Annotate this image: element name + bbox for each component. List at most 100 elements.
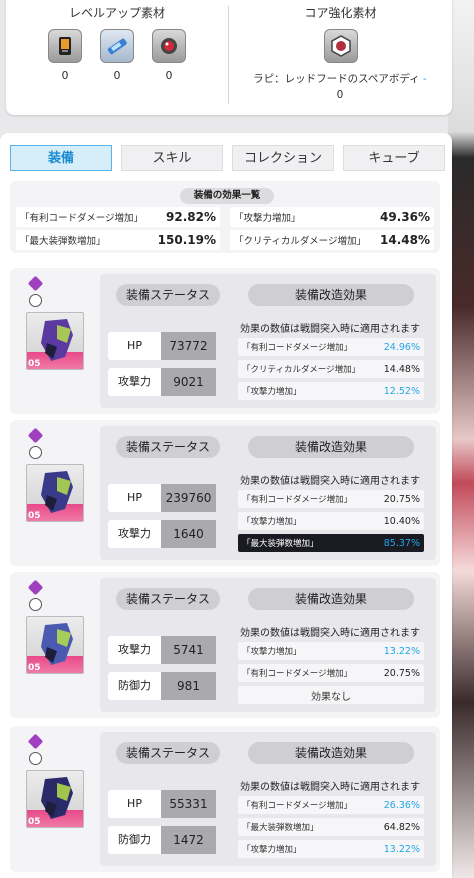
- tab-bar: 装備 スキル コレクション キューブ: [10, 145, 445, 171]
- equipment-thumbnail[interactable]: 05: [26, 312, 84, 370]
- equipment-status-label: 装備ステータス: [116, 588, 220, 610]
- mod-effect-label: 「攻撃力増加」: [242, 845, 302, 855]
- material-count: 0: [61, 69, 69, 82]
- effects-title: 装備の効果一覧: [180, 188, 274, 204]
- core-materials: コア強化素材 ラピ：レッドフードのスペアボディ - 0: [229, 4, 452, 103]
- mod-effect-label: 「有利コードダメージ増加」: [242, 343, 353, 353]
- class-badge-icon: [29, 446, 42, 459]
- mod-effect-value: 20.75%: [383, 493, 420, 505]
- equipment-level: 05: [28, 663, 41, 673]
- equipment-thumbnail[interactable]: 05: [26, 616, 84, 674]
- core-title: コア強化素材: [304, 6, 377, 20]
- mod-effect-row: 「攻撃力増加」 13.22%: [238, 840, 424, 858]
- spare-body-icon: [323, 29, 358, 63]
- mod-effect-row: 「有利コードダメージ増加」 20.75%: [238, 490, 424, 508]
- stat-row: HP 73772: [108, 332, 216, 360]
- material-count: 0: [165, 69, 173, 82]
- mod-effect-row: 「攻撃力増加」 10.40%: [238, 512, 424, 530]
- tab-equipment[interactable]: 装備: [10, 145, 112, 171]
- equipment-card: 05 装備ステータス 装備改造効果 HP 239760 攻撃力 1640 効果の数値は戦闘突入…: [10, 420, 440, 566]
- mod-effect-value: 10.40%: [383, 515, 420, 527]
- mod-effect-value: 13.22%: [383, 843, 420, 855]
- tab-skill[interactable]: スキル: [121, 145, 223, 171]
- stat-label: HP: [108, 484, 162, 512]
- equipment-mod-label: 装備改造効果: [248, 436, 414, 458]
- mod-effect-label: 効果なし: [311, 691, 351, 703]
- stat-label: HP: [108, 332, 162, 360]
- mod-note: 効果の数値は戦闘突入時に適用されます: [240, 782, 420, 793]
- mod-effect-label: 「攻撃力増加」: [242, 517, 302, 527]
- equipment-thumbnail[interactable]: 05: [26, 770, 84, 828]
- mod-note: 効果の数値は戦闘突入時に適用されます: [240, 324, 420, 335]
- battery-icon: [100, 29, 134, 63]
- equipment-effects-summary: 装備の効果一覧 「有利コードダメージ増加」 92.82% 「攻撃力増加」 49.…: [10, 181, 440, 253]
- mod-effect-row: 「有利コードダメージ増加」 24.96%: [238, 338, 424, 356]
- stat-row: HP 239760: [108, 484, 216, 512]
- mod-effect-label: 「最大装弾数増加」: [242, 539, 319, 549]
- class-badge-icon: [29, 294, 42, 307]
- mod-effect-value: 24.96%: [383, 341, 420, 353]
- rarity-badge-icon: [27, 275, 44, 292]
- mod-note: 効果の数値は戦闘突入時に適用されます: [240, 476, 420, 487]
- mod-effect-row: 「有利コードダメージ増加」 20.75%: [238, 664, 424, 682]
- mod-effect-value: 12.52%: [383, 385, 420, 397]
- stat-value: 5741: [161, 636, 216, 664]
- material-item-core-orb[interactable]: 0: [152, 29, 186, 82]
- material-item-battery[interactable]: 0: [100, 29, 134, 82]
- stat-row: 攻撃力 1640: [108, 520, 216, 548]
- material-item-spare-body[interactable]: [323, 29, 358, 63]
- equipment-mod-label: 装備改造効果: [248, 588, 414, 610]
- equipment-card: 05 装備ステータス 装備改造効果 HP 55331 防御力 1472 効果の数値は戦闘突入時…: [10, 726, 440, 872]
- stat-row: 攻撃力 9021: [108, 368, 216, 396]
- class-badge-icon: [29, 598, 42, 611]
- rarity-badge-icon: [27, 579, 44, 596]
- mod-effect-value: 13.22%: [383, 645, 420, 657]
- mod-effect-row: 効果なし: [238, 686, 424, 704]
- mod-effect-row: 「有利コードダメージ増加」 26.36%: [238, 796, 424, 814]
- stat-row: HP 55331: [108, 790, 216, 818]
- equipment-thumbnail[interactable]: 05: [26, 464, 84, 522]
- stat-value: 239760: [161, 484, 216, 512]
- equipment-mod-label: 装備改造効果: [248, 284, 414, 306]
- stat-value: 1472: [161, 826, 216, 854]
- core-orb-icon: [152, 29, 186, 63]
- mod-effect-label: 「有利コードダメージ増加」: [242, 801, 353, 811]
- equipment-level: 05: [28, 359, 41, 369]
- stat-row: 攻撃力 5741: [108, 636, 216, 664]
- stat-label: 防御力: [108, 672, 162, 700]
- mod-effect-value: 64.82%: [383, 821, 420, 833]
- mod-effect-label: 「最大装弾数増加」: [242, 823, 319, 833]
- core-material-desc: ラピ：レッドフードのスペアボディ - 0: [253, 73, 427, 101]
- mod-effect-row: 「攻撃力増加」 13.22%: [238, 642, 424, 660]
- materials-panel: レベルアップ素材 0 0 0 コア強化素材 ラピ：レッドフードのスペアボディ -…: [6, 0, 452, 115]
- rarity-badge-icon: [27, 733, 44, 750]
- levelup-materials: レベルアップ素材 0 0 0: [6, 4, 228, 82]
- effect-item: 「攻撃力増加」 49.36%: [230, 207, 434, 227]
- equipment-status-label: 装備ステータス: [116, 742, 220, 764]
- mod-effect-label: 「有利コードダメージ増加」: [242, 495, 353, 505]
- tab-collection[interactable]: コレクション: [232, 145, 334, 171]
- mod-effect-label: 「有利コードダメージ増加」: [242, 669, 353, 679]
- mod-effect-label: 「攻撃力増加」: [242, 387, 302, 397]
- chip-icon: [48, 29, 82, 63]
- stat-value: 73772: [161, 332, 216, 360]
- mod-effect-label: 「クリティカルダメージ増加」: [242, 365, 361, 375]
- equipment-main-panel: 装備 スキル コレクション キューブ 装備の効果一覧 「有利コードダメージ増加」…: [0, 133, 452, 878]
- tab-cube[interactable]: キューブ: [343, 145, 445, 171]
- stat-label: HP: [108, 790, 162, 818]
- class-badge-icon: [29, 752, 42, 765]
- effect-item: 「最大装弾数増加」 150.19%: [16, 230, 220, 250]
- effect-item: 「クリティカルダメージ増加」 14.48%: [230, 230, 434, 250]
- mod-effect-row: 「最大装弾数増加」 64.82%: [238, 818, 424, 836]
- equipment-card: 05 装備ステータス 装備改造効果 攻撃力 5741 防御力 981 効果の数値は戦闘突入時に…: [10, 572, 440, 718]
- equipment-detail: 装備ステータス 装備改造効果 HP 55331 防御力 1472 効果の数値は戦闘突入時に適…: [100, 732, 436, 866]
- equipment-detail: 装備ステータス 装備改造効果 攻撃力 5741 防御力 981 効果の数値は戦闘突入時に適用…: [100, 578, 436, 712]
- stat-label: 攻撃力: [108, 368, 162, 396]
- equipment-detail: 装備ステータス 装備改造効果 HP 239760 攻撃力 1640 効果の数値は戦闘突入時に…: [100, 426, 436, 560]
- equipment-level: 05: [28, 511, 41, 521]
- material-item-chip[interactable]: 0: [48, 29, 82, 82]
- material-count: 0: [113, 69, 121, 82]
- effect-item: 「有利コードダメージ増加」 92.82%: [16, 207, 220, 227]
- mod-effect-value: 85.37%: [383, 537, 420, 549]
- equipment-status-label: 装備ステータス: [116, 436, 220, 458]
